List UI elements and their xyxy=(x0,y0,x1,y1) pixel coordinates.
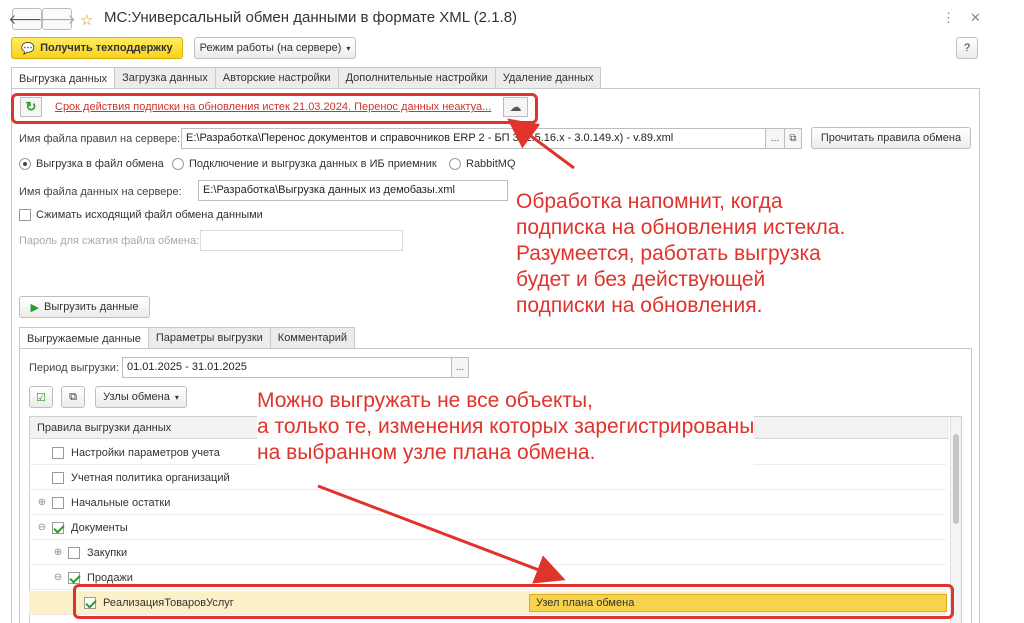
arrow-to-subscription xyxy=(507,118,575,170)
annotation-arrows xyxy=(317,118,575,584)
selected-row-highlight xyxy=(73,584,954,619)
arrow-to-node-cell xyxy=(317,484,566,584)
annotation-top: Обработка напомнит, когда подписка на об… xyxy=(516,190,846,317)
annotation-bottom: Можно выгружать не все объекты, а только… xyxy=(257,388,755,466)
